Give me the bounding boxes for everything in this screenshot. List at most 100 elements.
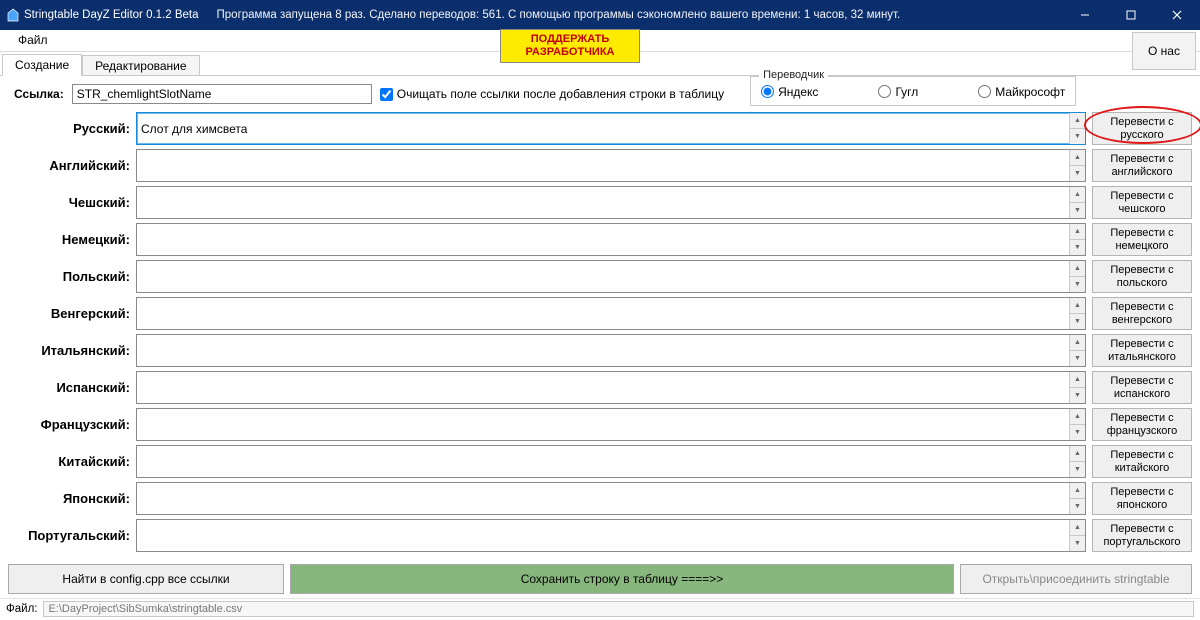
spinner[interactable]: ▲▼ xyxy=(1069,224,1085,255)
tab-create[interactable]: Создание xyxy=(2,54,82,76)
lang-input-wrap: ▲▼ xyxy=(136,297,1086,330)
translate-button[interactable]: Перевести с венгерского xyxy=(1092,297,1192,330)
translate-button[interactable]: Перевести с русского xyxy=(1092,112,1192,145)
translate-button[interactable]: Перевести с японского xyxy=(1092,482,1192,515)
clear-link-checkbox-label: Очищать поле ссылки после добавления стр… xyxy=(397,87,724,101)
lang-input-wrap: ▲▼ xyxy=(136,334,1086,367)
statusbar: Файл: E:\DayProject\SibSumka\stringtable… xyxy=(0,598,1200,618)
lang-label: Португальский: xyxy=(8,519,136,552)
lang-input-wrap: ▲▼ xyxy=(136,149,1086,182)
find-links-button[interactable]: Найти в config.cpp все ссылки xyxy=(8,564,284,594)
lang-input[interactable] xyxy=(137,150,1069,181)
translator-microsoft[interactable]: Майкрософт xyxy=(978,85,1065,99)
translate-button[interactable]: Перевести с польского xyxy=(1092,260,1192,293)
status-file-path: E:\DayProject\SibSumka\stringtable.csv xyxy=(43,601,1194,617)
lang-row: Китайский:▲▼Перевести с китайского xyxy=(8,445,1192,478)
lang-input[interactable] xyxy=(137,520,1069,551)
link-row: Ссылка: Очищать поле ссылки после добавл… xyxy=(0,76,1200,110)
language-area: Русский:▲▼Перевести с русскогоАнглийский… xyxy=(0,110,1200,560)
lang-input-wrap: ▲▼ xyxy=(136,445,1086,478)
clear-link-checkbox[interactable]: Очищать поле ссылки после добавления стр… xyxy=(380,87,724,101)
lang-label: Французский: xyxy=(8,408,136,441)
lang-label: Испанский: xyxy=(8,371,136,404)
link-input[interactable] xyxy=(72,84,372,104)
lang-label: Японский: xyxy=(8,482,136,515)
lang-row: Чешский: ▲▼Перевести с чешского xyxy=(8,186,1192,219)
lang-row: Французский: ▲▼Перевести с французского xyxy=(8,408,1192,441)
bottom-buttons: Найти в config.cpp все ссылки Сохранить … xyxy=(0,560,1200,598)
status-file-label: Файл: xyxy=(6,603,37,615)
lang-input[interactable] xyxy=(137,372,1069,403)
link-label: Ссылка: xyxy=(14,87,64,101)
lang-input[interactable] xyxy=(137,483,1069,514)
lang-label: Английский: xyxy=(8,149,136,182)
menubar: Файл ПОДДЕРЖАТЬ РАЗРАБОТЧИКА О нас xyxy=(0,30,1200,52)
lang-label: Венгерский: xyxy=(8,297,136,330)
minimize-button[interactable] xyxy=(1062,0,1108,30)
save-row-button[interactable]: Сохранить строку в таблицу ====>> xyxy=(290,564,954,594)
translator-yandex[interactable]: Яндекс xyxy=(761,85,818,99)
tab-edit[interactable]: Редактирование xyxy=(82,55,199,76)
spinner[interactable]: ▲▼ xyxy=(1069,150,1085,181)
lang-input-wrap: ▲▼ xyxy=(136,371,1086,404)
spinner[interactable]: ▲▼ xyxy=(1069,483,1085,514)
titlebar: Stringtable DayZ Editor 0.1.2 Beta Прогр… xyxy=(0,0,1200,30)
lang-input[interactable] xyxy=(137,446,1069,477)
translate-button[interactable]: Перевести с немецкого xyxy=(1092,223,1192,256)
lang-label: Польский: xyxy=(8,260,136,293)
lang-input[interactable] xyxy=(137,113,1069,144)
translator-legend: Переводчик xyxy=(759,69,828,81)
lang-input[interactable] xyxy=(137,409,1069,440)
lang-row: Японский: ▲▼Перевести с японского xyxy=(8,482,1192,515)
spinner[interactable]: ▲▼ xyxy=(1069,409,1085,440)
translate-button[interactable]: Перевести с испанского xyxy=(1092,371,1192,404)
translate-button[interactable]: Перевести с китайского xyxy=(1092,445,1192,478)
lang-row: Испанский: ▲▼Перевести с испанского xyxy=(8,371,1192,404)
spinner[interactable]: ▲▼ xyxy=(1069,298,1085,329)
lang-input[interactable] xyxy=(137,187,1069,218)
spinner[interactable]: ▲▼ xyxy=(1069,446,1085,477)
translator-google[interactable]: Гугл xyxy=(878,85,918,99)
translate-button[interactable]: Перевести с итальянского xyxy=(1092,334,1192,367)
lang-input[interactable] xyxy=(137,261,1069,292)
close-button[interactable] xyxy=(1154,0,1200,30)
spinner[interactable]: ▲▼ xyxy=(1069,187,1085,218)
app-stats: Программа запущена 8 раз. Сделано перево… xyxy=(217,9,901,21)
translate-button[interactable]: Перевести с французского xyxy=(1092,408,1192,441)
maximize-button[interactable] xyxy=(1108,0,1154,30)
lang-input[interactable] xyxy=(137,224,1069,255)
clear-link-checkbox-input[interactable] xyxy=(380,88,393,101)
lang-label: Чешский: xyxy=(8,186,136,219)
app-title: Stringtable DayZ Editor 0.1.2 Beta xyxy=(24,9,199,21)
spinner[interactable]: ▲▼ xyxy=(1069,520,1085,551)
translate-button[interactable]: Перевести с португальского xyxy=(1092,519,1192,552)
lang-label: Немецкий: xyxy=(8,223,136,256)
lang-input-wrap: ▲▼ xyxy=(136,519,1086,552)
lang-input-wrap: ▲▼ xyxy=(136,112,1086,145)
lang-row: Португальский: ▲▼Перевести с португальско… xyxy=(8,519,1192,552)
spinner[interactable]: ▲▼ xyxy=(1069,372,1085,403)
spinner[interactable]: ▲▼ xyxy=(1069,113,1085,144)
lang-input[interactable] xyxy=(137,298,1069,329)
translate-button[interactable]: Перевести с английского xyxy=(1092,149,1192,182)
lang-row: Итальянский: ▲▼Перевести с итальянского xyxy=(8,334,1192,367)
translator-group: Переводчик Яндекс Гугл Майкрософт xyxy=(750,76,1076,106)
lang-row: Польский: ▲▼Перевести с польского xyxy=(8,260,1192,293)
lang-row: Русский: ▲▼Перевести с русского xyxy=(8,112,1192,145)
lang-row: Немецкий: ▲▼Перевести с немецкого xyxy=(8,223,1192,256)
lang-input-wrap: ▲▼ xyxy=(136,186,1086,219)
lang-label: Итальянский: xyxy=(8,334,136,367)
lang-input-wrap: ▲▼ xyxy=(136,223,1086,256)
spinner[interactable]: ▲▼ xyxy=(1069,261,1085,292)
lang-input-wrap: ▲▼ xyxy=(136,260,1086,293)
lang-label: Русский: xyxy=(8,112,136,145)
open-stringtable-button[interactable]: Открыть\присоединить stringtable xyxy=(960,564,1192,594)
spinner[interactable]: ▲▼ xyxy=(1069,335,1085,366)
lang-input-wrap: ▲▼ xyxy=(136,408,1086,441)
translate-button[interactable]: Перевести с чешского xyxy=(1092,186,1192,219)
lang-row: Английский: ▲▼Перевести с английского xyxy=(8,149,1192,182)
tab-body: Ссылка: Очищать поле ссылки после добавл… xyxy=(0,75,1200,598)
menu-file[interactable]: Файл xyxy=(8,30,58,51)
app-icon xyxy=(6,8,20,22)
lang-input[interactable] xyxy=(137,335,1069,366)
